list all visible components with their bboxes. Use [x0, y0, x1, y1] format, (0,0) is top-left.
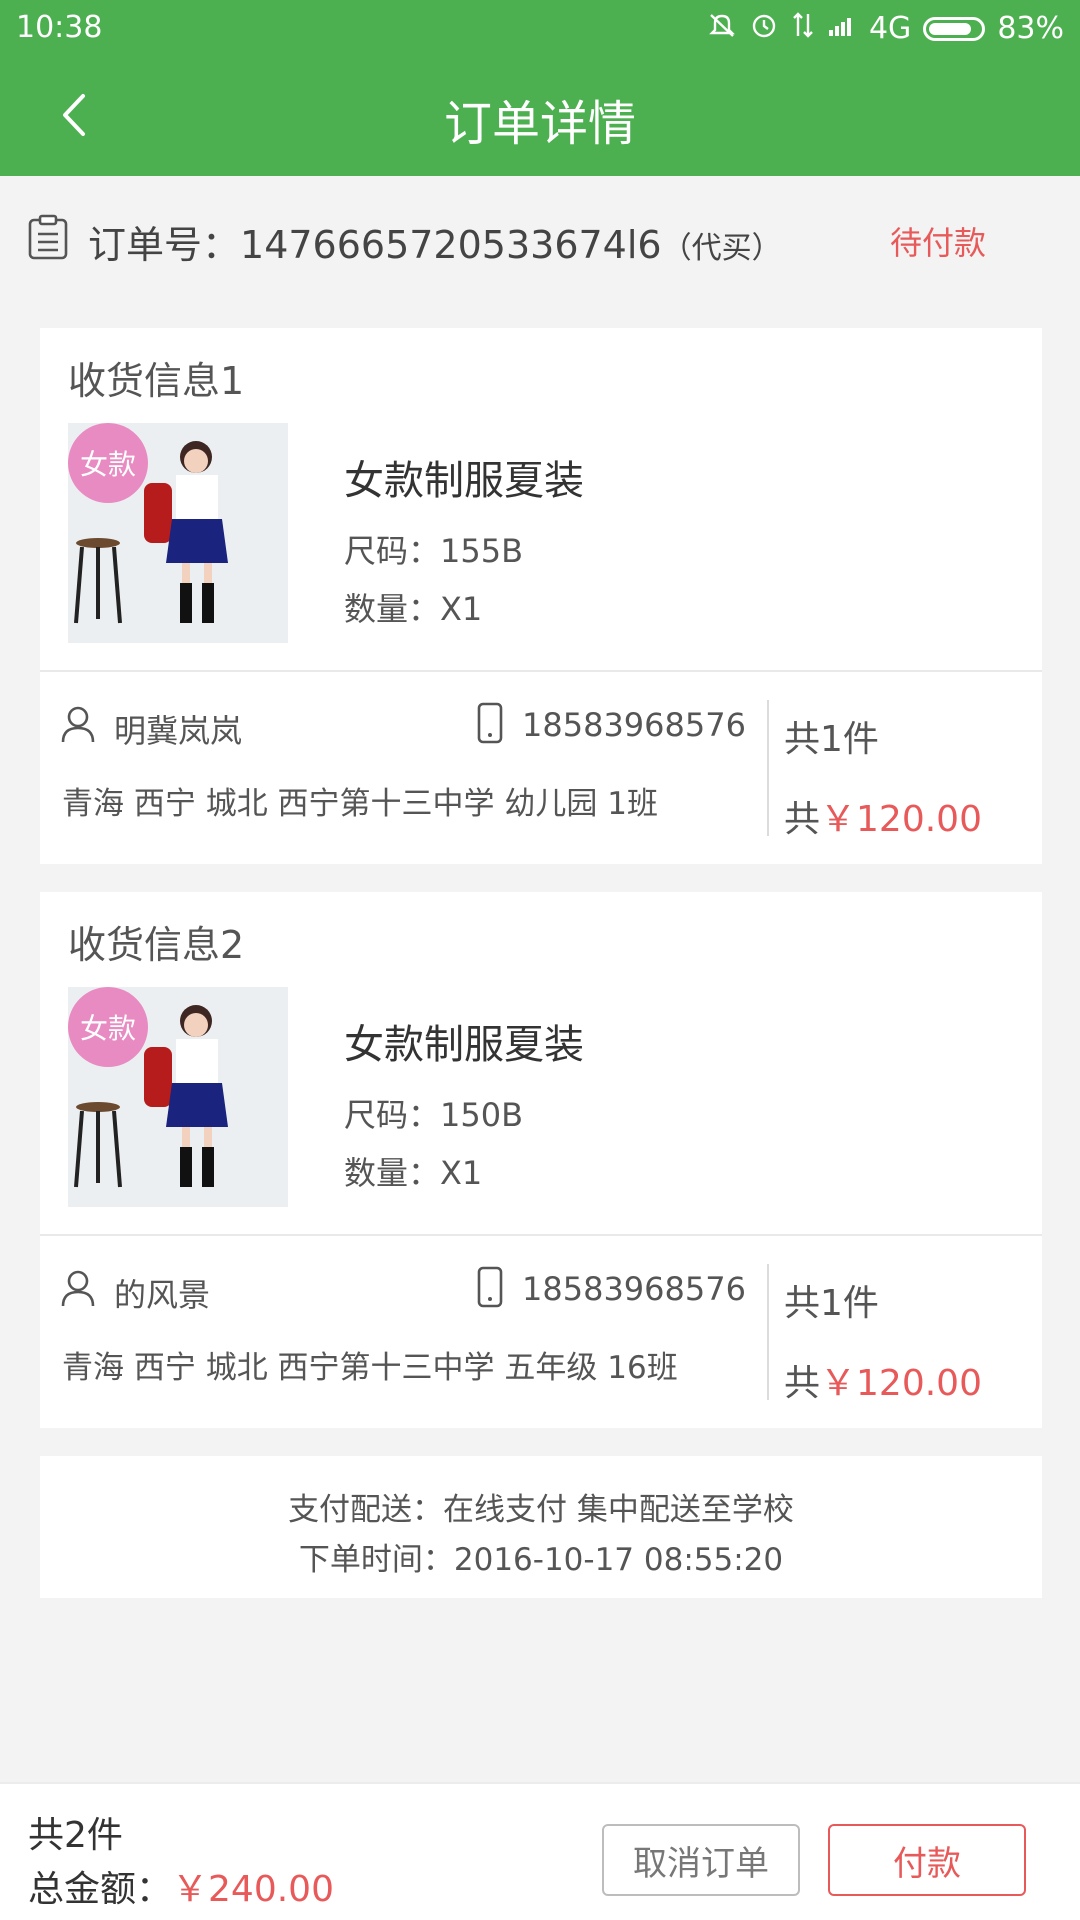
total-amount: 总金额：￥240.00	[28, 1860, 334, 1912]
recipient-phone: 18583968576	[522, 1270, 746, 1308]
signal-icon	[827, 10, 857, 47]
page-title: 订单详情	[443, 96, 636, 152]
data-transfer-icon	[791, 10, 815, 47]
item-total: 共￥120.00	[784, 790, 982, 842]
gender-tag-badge: 女款	[68, 987, 148, 1067]
item-total-amount: ￥120.00	[820, 799, 982, 840]
item-total: 共￥120.00	[784, 1354, 982, 1406]
total-amount-label: 总金额：	[28, 1869, 173, 1910]
alarm-icon	[749, 10, 779, 47]
total-amount-value: ￥240.00	[172, 1869, 334, 1910]
recipient-name: 的风景	[114, 1276, 211, 1314]
pay-button[interactable]: 付款	[828, 1824, 1026, 1896]
battery-percent: 83%	[997, 11, 1064, 46]
nav-bar: 订单详情	[0, 56, 1080, 176]
recipient-name: 明冀岚岚	[114, 712, 243, 750]
status-time: 10:38	[16, 10, 103, 45]
product-name: 女款制服夏装	[344, 1022, 584, 1068]
bottom-bar: 共2件 总金额：￥240.00 取消订单 付款	[0, 1782, 1080, 1920]
product-quantity: 数量：X1	[344, 1154, 483, 1192]
order-info-card: 支付配送：在线支付 集中配送至学校 下单时间：2016-10-17 08:55:…	[40, 1456, 1042, 1598]
mute-icon	[707, 10, 737, 47]
app-header: 10:38 4G 83% 订单详情	[0, 0, 1080, 176]
shipment-title: 收货信息2	[68, 923, 245, 967]
divider	[40, 670, 1042, 672]
product-quantity: 数量：X1	[344, 590, 483, 628]
shipment-card: 收货信息1 女款 女款制服夏装 尺码：155B 数量：X1 明冀岚岚 18583…	[40, 328, 1042, 864]
divider	[767, 700, 769, 836]
product-size: 尺码：150B	[344, 1096, 524, 1134]
divider	[40, 1234, 1042, 1236]
phone-icon	[476, 1266, 504, 1312]
battery-icon	[923, 16, 986, 41]
shipment-title: 收货信息1	[68, 359, 245, 403]
order-header: 订单号：1476665720533674l6（代买） 待付款	[0, 176, 1080, 296]
status-icons: 4G 83%	[707, 10, 1064, 47]
payment-delivery-info: 支付配送：在线支付 集中配送至学校	[288, 1492, 794, 1528]
order-number: 订单号：1476665720533674l6（代买）	[88, 214, 782, 269]
product-image[interactable]: 女款	[68, 423, 288, 643]
order-number-label: 订单号：	[88, 223, 241, 267]
clipboard-icon	[26, 214, 70, 264]
item-total-prefix: 共	[784, 1363, 821, 1404]
order-time: 下单时间：2016-10-17 08:55:20	[298, 1542, 784, 1578]
person-icon	[60, 1268, 96, 1312]
recipient-address: 青海 西宁 城北 西宁第十三中学 五年级 16班	[62, 1350, 678, 1386]
status-bar: 10:38 4G 83%	[0, 0, 1080, 56]
product-size: 尺码：155B	[344, 532, 524, 570]
gender-tag-badge: 女款	[68, 423, 148, 503]
order-proxy-label: （代买）	[661, 231, 782, 266]
order-status-badge: 待付款	[890, 224, 987, 262]
person-icon	[60, 704, 96, 748]
recipient-phone: 18583968576	[522, 706, 746, 744]
item-total-prefix: 共	[784, 799, 821, 840]
product-image[interactable]: 女款	[68, 987, 288, 1207]
item-count: 共1件	[784, 1283, 879, 1324]
total-count: 共2件	[28, 1815, 123, 1856]
divider	[767, 1264, 769, 1400]
recipient-address: 青海 西宁 城北 西宁第十三中学 幼儿园 1班	[62, 786, 658, 822]
shipment-card: 收货信息2 女款 女款制服夏装 尺码：150B 数量：X1 的风景 185839…	[40, 892, 1042, 1428]
order-number-value: 1476665720533674l6	[240, 223, 662, 267]
cancel-order-button[interactable]: 取消订单	[602, 1824, 800, 1896]
product-name: 女款制服夏装	[344, 458, 584, 504]
network-label: 4G	[868, 11, 912, 46]
item-total-amount: ￥120.00	[820, 1363, 982, 1404]
item-count: 共1件	[784, 719, 879, 760]
phone-icon	[476, 702, 504, 748]
